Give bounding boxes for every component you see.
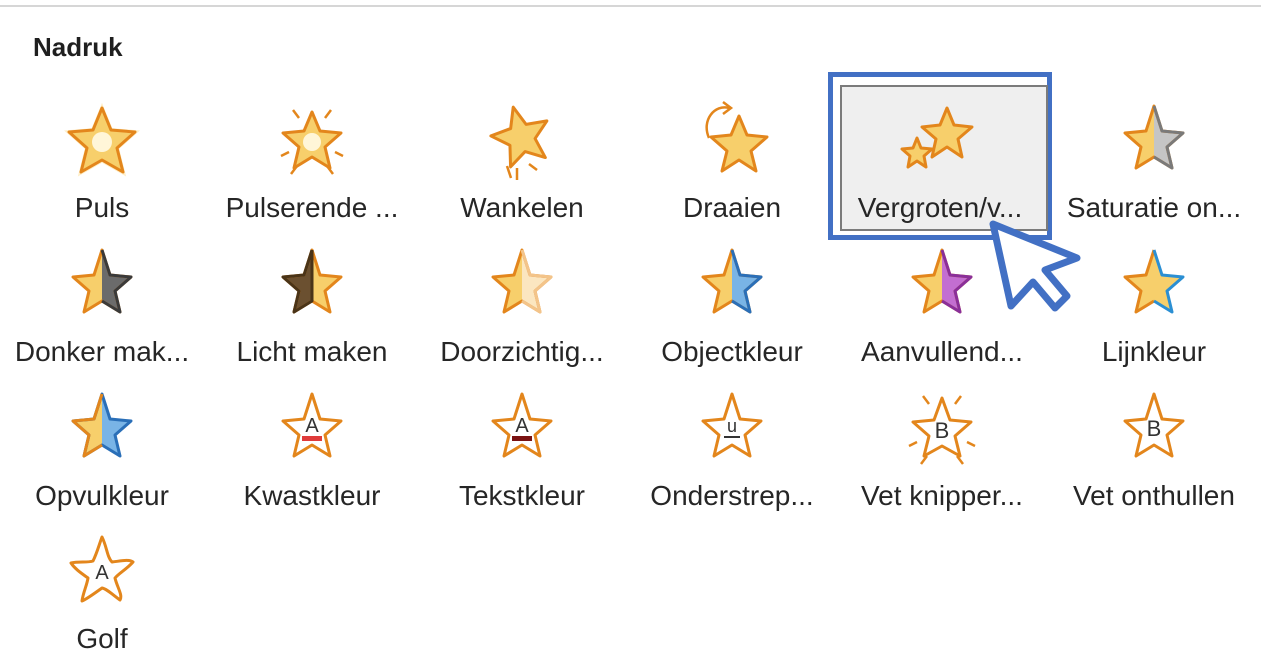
effect-objectkleur[interactable]: Objectkleur [632,244,832,384]
star-teeter-icon [477,100,567,184]
effect-label: Onderstrep... [650,480,814,511]
svg-text:B: B [935,418,950,443]
star-lighten-icon [267,244,357,328]
effect-puls[interactable]: Puls [2,100,202,240]
effect-label: Kwastkleur [243,480,381,511]
star-pulse-icon [57,100,147,184]
star-darken-icon [57,244,147,328]
effect-label: Draaien [682,192,782,223]
star-font-color-icon: A [477,388,567,472]
effect-onderstrep[interactable]: u Onderstrep... [632,388,832,528]
svg-text:A: A [95,562,109,584]
effect-label: Licht maken [236,336,388,367]
effect-label: Opvulkleur [35,480,169,511]
effect-golf[interactable]: A Golf [2,531,202,671]
star-complementary-color-icon [897,244,987,328]
svg-text:A: A [515,415,529,437]
effect-label: Doorzichtig... [440,336,604,367]
svg-text:B: B [1147,416,1162,441]
effect-label: Lijnkleur [1101,336,1207,367]
effect-label: Wankelen [460,192,584,223]
top-divider [0,5,1261,7]
effect-label: Vet onthullen [1073,480,1235,511]
star-underline-icon: u [687,388,777,472]
star-pulse-rays-icon [267,100,357,184]
star-transparency-icon [477,244,567,328]
effect-label: Objectkleur [661,336,803,367]
effect-label: Pulserende ... [225,192,399,223]
star-bold-reveal-icon: B [1109,388,1199,472]
star-brush-color-icon: A [267,388,357,472]
effect-label: Tekstkleur [458,480,586,511]
effect-kwastkleur[interactable]: A Kwastkleur [212,388,412,528]
effect-vet-knipper[interactable]: B Vet knipper... [842,388,1042,528]
star-fill-color-icon [57,388,147,472]
effect-pulserende[interactable]: Pulserende ... [212,100,412,240]
effect-label: Donker mak... [14,336,190,367]
effect-label: Aanvullend... [861,336,1023,367]
effect-donker-maken[interactable]: Donker mak... [2,244,202,384]
star-desaturate-icon [1109,100,1199,184]
svg-text:A: A [305,415,319,437]
effect-vergroten[interactable]: Vergroten/v... [828,72,1052,240]
star-object-color-icon [687,244,777,328]
effect-opvulkleur[interactable]: Opvulkleur [2,388,202,528]
effect-tekstkleur[interactable]: A Tekstkleur [422,388,622,528]
effect-draaien[interactable]: Draaien [632,100,832,240]
svg-text:u: u [727,416,737,436]
star-wave-icon: A [57,531,147,615]
star-spin-icon [687,100,777,184]
effect-doorzichtig[interactable]: Doorzichtig... [422,244,622,384]
effect-label: Puls [74,192,130,223]
star-grow-shrink-icon [889,100,979,184]
effect-vet-onthullen[interactable]: B Vet onthullen [1054,388,1254,528]
effect-wankelen[interactable]: Wankelen [422,100,622,240]
star-bold-flash-icon: B [897,388,987,472]
effect-label: Golf [76,623,128,654]
effect-licht-maken[interactable]: Licht maken [212,244,412,384]
star-line-color-icon [1109,244,1199,328]
effect-label: Vet knipper... [861,480,1023,511]
section-title: Nadruk [33,32,123,62]
mouse-pointer-icon [985,218,1085,318]
